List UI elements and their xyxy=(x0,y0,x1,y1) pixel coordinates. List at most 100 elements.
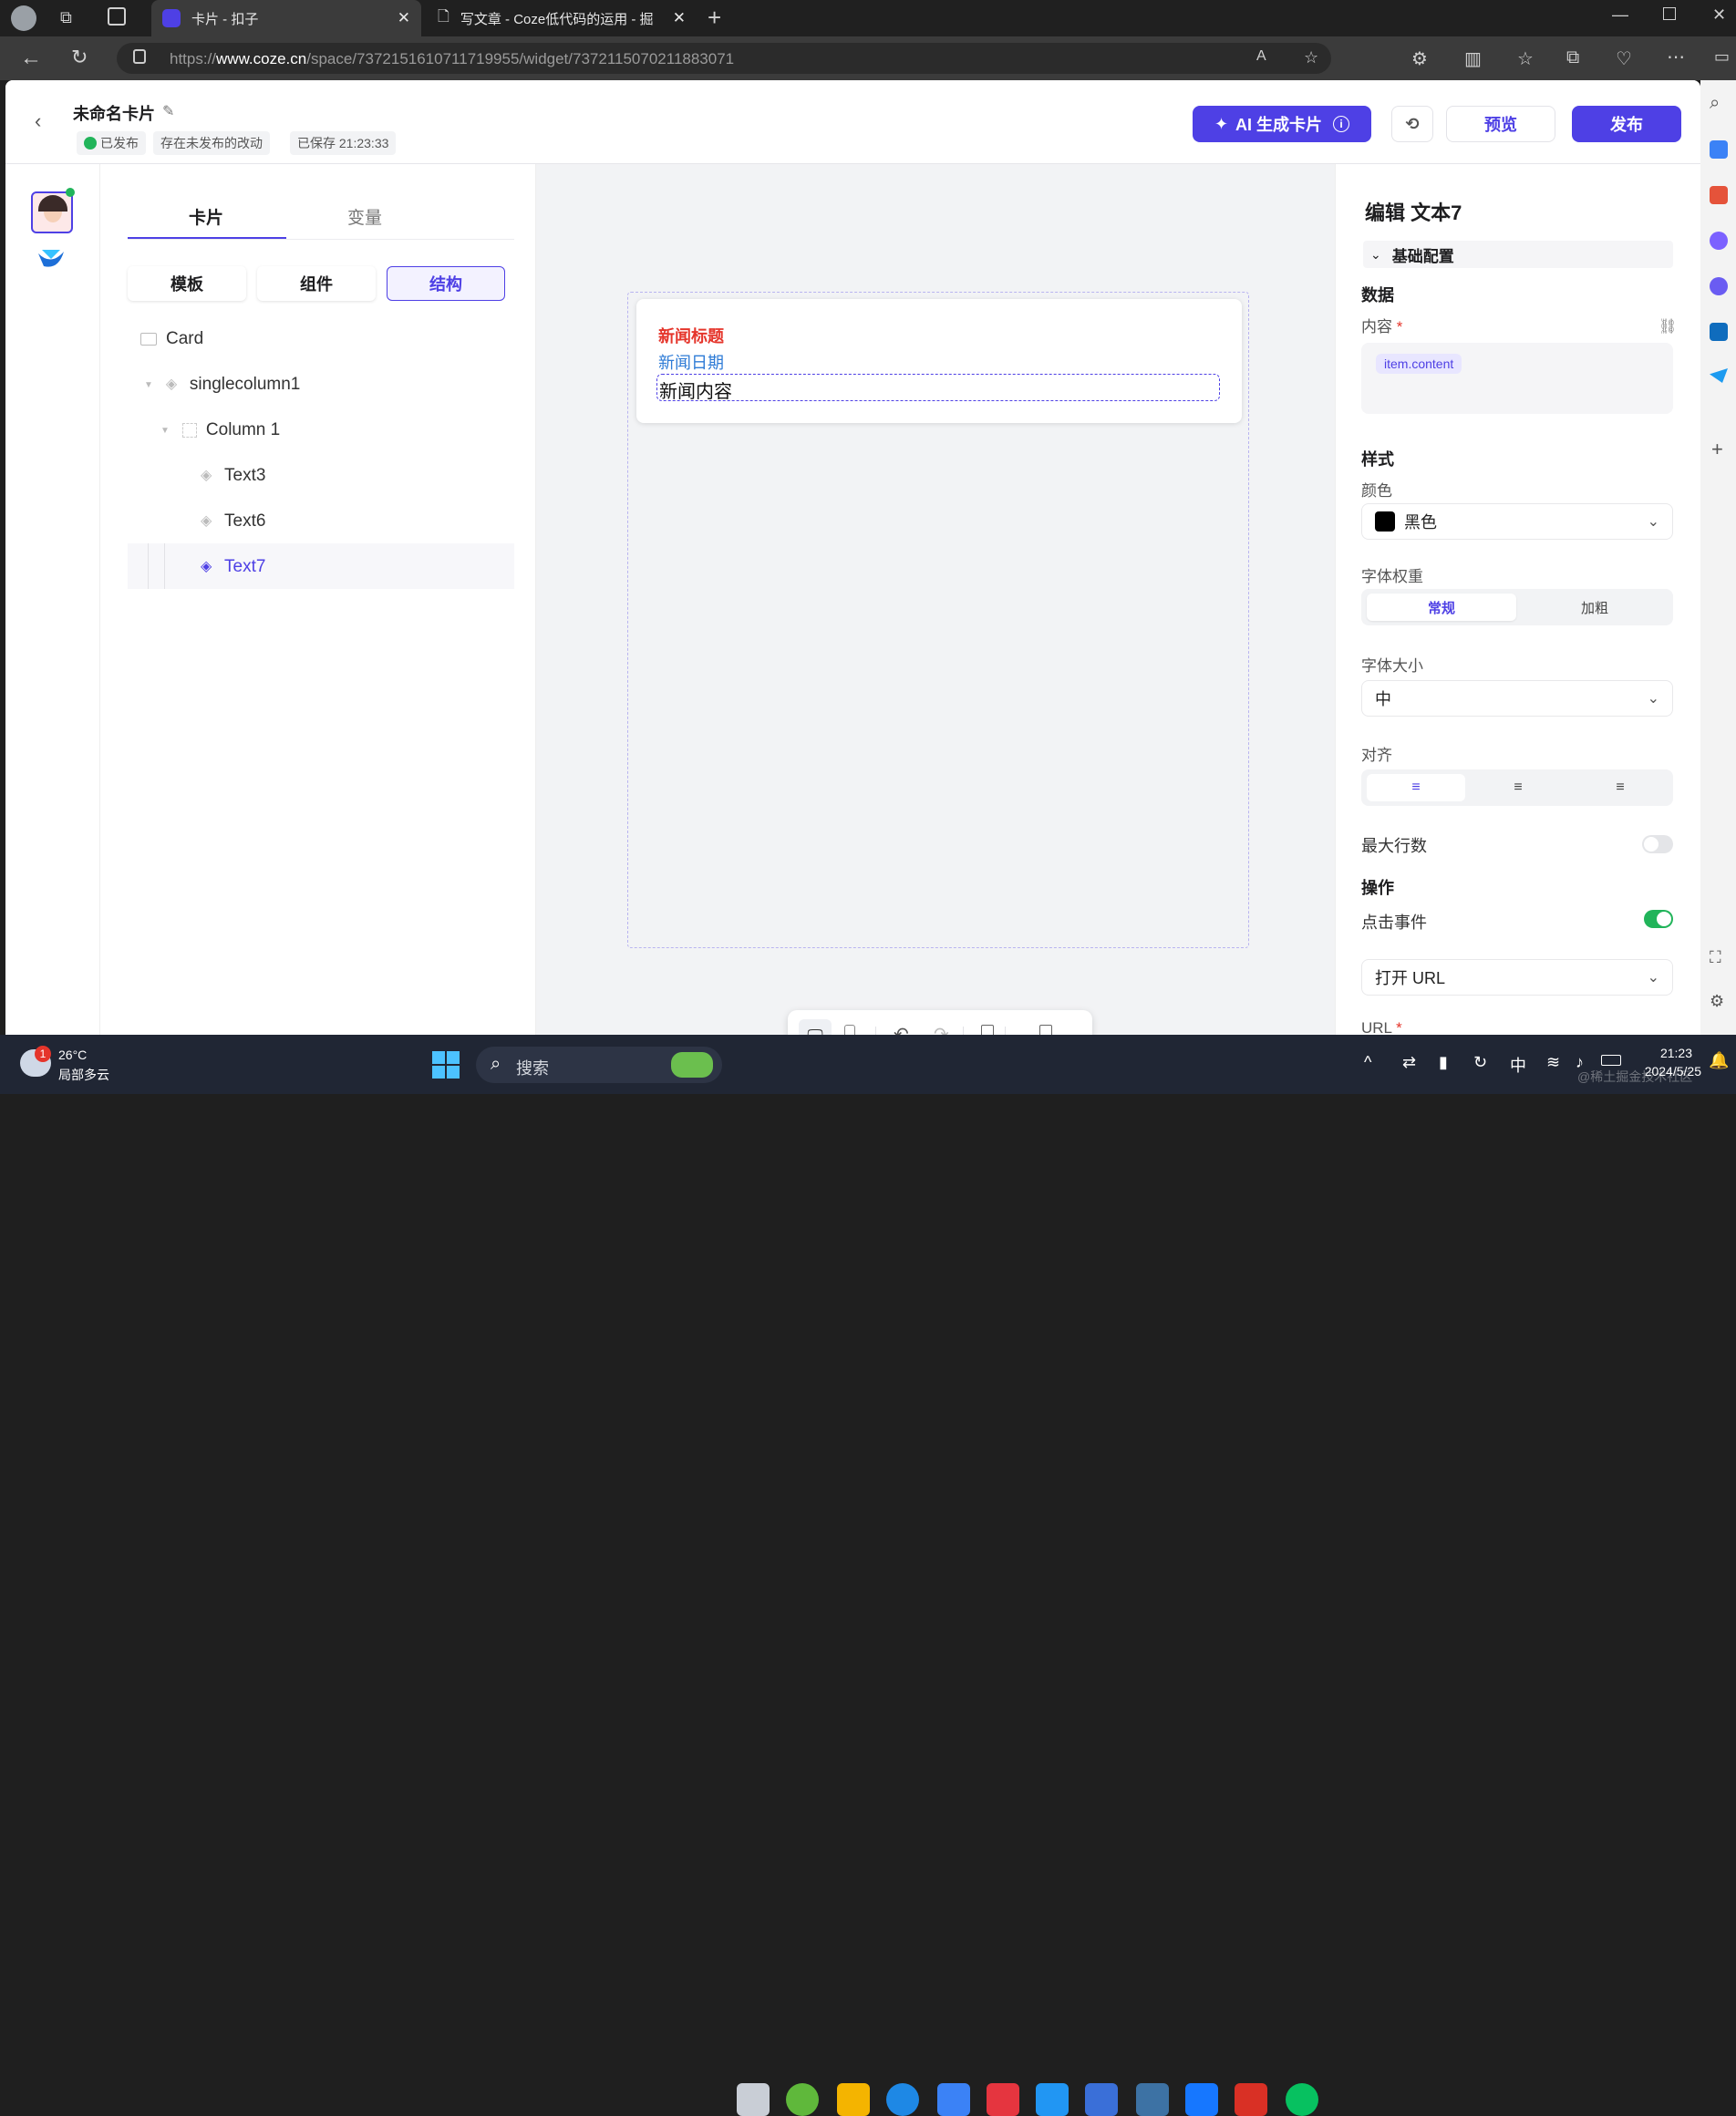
clock-time[interactable]: 21:23 xyxy=(1632,1046,1692,1060)
vertical-tabs-icon[interactable] xyxy=(108,7,126,26)
wechat-icon[interactable] xyxy=(1286,2083,1318,2116)
tools-icon[interactable] xyxy=(1710,186,1728,204)
weather-temp[interactable]: 26°C xyxy=(58,1048,87,1062)
tree-item-card[interactable]: Card xyxy=(140,321,203,357)
click-event-toggle[interactable] xyxy=(1644,910,1673,928)
publish-button[interactable]: 发布 xyxy=(1572,106,1681,142)
profile-avatar-icon[interactable] xyxy=(11,5,36,31)
close-window-icon[interactable]: ✕ xyxy=(1712,5,1726,25)
tab-kapian[interactable]: 卡片 - 扣子 ✕ xyxy=(151,0,421,36)
screenshot-icon[interactable]: ⛶ xyxy=(1710,948,1721,967)
variable-tag[interactable]: item.content xyxy=(1376,354,1462,374)
json-view-icon[interactable] xyxy=(981,1025,994,1035)
action-select[interactable]: 打开 URL ⌄ xyxy=(1361,959,1673,996)
info-icon[interactable]: i xyxy=(1333,116,1350,132)
close-tab-icon[interactable]: ✕ xyxy=(673,9,686,27)
more-menu-icon[interactable]: ⋯ xyxy=(1667,46,1685,68)
split-screen-icon[interactable]: ▥ xyxy=(1464,47,1482,70)
show-hidden-icons[interactable]: ^ xyxy=(1364,1053,1371,1072)
segment-templates[interactable]: 模板 xyxy=(128,266,246,301)
favorites-icon[interactable]: ☆ xyxy=(1517,47,1534,70)
notification-bell-icon[interactable]: 🔔 xyxy=(1709,1051,1729,1070)
favorite-star-icon[interactable]: ☆ xyxy=(1304,48,1318,67)
close-tab-icon[interactable]: ✕ xyxy=(398,9,410,27)
weather-desc[interactable]: 局部多云 xyxy=(58,1066,109,1084)
tree-item-text3[interactable]: ◈ Text3 xyxy=(201,458,265,494)
desktop-view-icon[interactable]: 🖵 xyxy=(799,1019,832,1035)
windows-start-icon[interactable] xyxy=(432,1051,460,1079)
send-icon[interactable] xyxy=(1710,368,1728,383)
segment-structure[interactable]: 结构 xyxy=(387,266,505,301)
lock-icon[interactable] xyxy=(133,49,146,64)
sidebar-toggle-icon[interactable]: ▭ xyxy=(1714,47,1730,67)
segment-components[interactable]: 组件 xyxy=(257,266,376,301)
card-news-title[interactable]: 新闻标题 xyxy=(658,324,724,347)
restore-icon[interactable] xyxy=(1663,7,1676,20)
markdown-app-icon[interactable] xyxy=(1085,2083,1118,2116)
news-card[interactable]: 新闻标题 新闻日期 新闻内容 xyxy=(636,299,1242,423)
shopping-icon[interactable] xyxy=(1710,140,1728,159)
search-icon[interactable]: ⌕ xyxy=(1710,93,1720,114)
sync-icon[interactable]: ↻ xyxy=(1473,1053,1487,1072)
weight-regular-option[interactable]: 常规 xyxy=(1367,594,1516,621)
weight-bold-option[interactable]: 加粗 xyxy=(1520,594,1669,621)
align-right-icon[interactable]: ≡ xyxy=(1571,774,1669,801)
ime-indicator[interactable]: 中 xyxy=(1510,1053,1526,1077)
preview-button[interactable]: 预览 xyxy=(1446,106,1555,142)
huawei-app-icon[interactable] xyxy=(987,2083,1019,2116)
content-input[interactable]: item.content xyxy=(1361,343,1673,414)
taskbar-search[interactable]: ⌕ 搜索 xyxy=(476,1047,722,1083)
collections-icon[interactable]: ⧉ xyxy=(1566,47,1579,68)
basic-config-section[interactable]: ⌄ 基础配置 xyxy=(1363,241,1673,268)
battery-icon[interactable] xyxy=(1601,1055,1621,1066)
new-tab-icon[interactable]: + xyxy=(708,4,721,32)
store-icon[interactable] xyxy=(937,2083,970,2116)
tree-item-column1[interactable]: ▼ Column 1 xyxy=(160,412,280,449)
edge-browser-icon[interactable] xyxy=(886,2083,919,2116)
url-field[interactable]: https://www.coze.cn/space/73721516107117… xyxy=(117,43,1331,74)
tab-juejin[interactable]: 🗋 写文章 - Coze低代码的运用 - 掘 ✕ xyxy=(427,0,697,36)
minimize-icon[interactable]: — xyxy=(1612,5,1628,25)
coze-logo-icon[interactable] xyxy=(36,246,66,272)
add-app-icon[interactable]: + xyxy=(1711,438,1723,461)
edit-title-icon[interactable]: ✎ xyxy=(162,102,174,120)
card-news-content[interactable]: 新闻内容 xyxy=(656,374,1220,402)
task-view-icon[interactable] xyxy=(737,2083,770,2116)
undo-icon[interactable]: ↶ xyxy=(894,1023,909,1035)
python-icon[interactable] xyxy=(1136,2083,1169,2116)
size-select[interactable]: 中 ⌄ xyxy=(1361,680,1673,717)
tree-item-text7[interactable]: ◈ Text7 xyxy=(201,549,265,585)
align-center-icon[interactable]: ≡ xyxy=(1469,774,1567,801)
back-chevron-icon[interactable]: ‹ xyxy=(35,109,41,133)
collapse-caret-icon[interactable]: ▼ xyxy=(160,426,170,436)
games-icon[interactable] xyxy=(1710,232,1728,250)
align-left-icon[interactable]: ≡ xyxy=(1367,774,1465,801)
history-button[interactable]: ⟲ xyxy=(1391,106,1433,142)
mobile-view-icon[interactable] xyxy=(844,1025,855,1035)
settings-gear-icon[interactable]: ⚙ xyxy=(1710,992,1724,1011)
tab-card[interactable]: 卡片 xyxy=(128,204,284,229)
read-aloud-icon[interactable]: A xyxy=(1256,48,1266,65)
extensions-icon[interactable]: ⚙ xyxy=(1411,47,1428,70)
wps-icon[interactable] xyxy=(1235,2083,1267,2116)
tray-app-icon[interactable]: ⇄ xyxy=(1402,1053,1416,1072)
feishu-icon[interactable] xyxy=(1185,2083,1218,2116)
tray-chart-icon[interactable]: ▮ xyxy=(1439,1053,1448,1072)
tree-item-singlecolumn1[interactable]: ▼ ◈ singlecolumn1 xyxy=(144,366,300,403)
export-icon[interactable] xyxy=(1039,1025,1052,1035)
bot-avatar[interactable] xyxy=(31,191,73,233)
link-icon[interactable]: ⛓ xyxy=(1658,317,1677,335)
redo-icon[interactable]: ↷ xyxy=(934,1023,949,1035)
ai-generate-card-button[interactable]: ✦ AI 生成卡片 i xyxy=(1193,106,1371,142)
copilot-icon[interactable] xyxy=(1710,277,1728,295)
collapse-caret-icon[interactable]: ▼ xyxy=(144,380,153,390)
card-news-date[interactable]: 新闻日期 xyxy=(658,350,724,374)
max-lines-toggle[interactable] xyxy=(1642,835,1673,853)
back-icon[interactable]: ← xyxy=(20,46,42,71)
refresh-icon[interactable]: ↻ xyxy=(71,46,88,69)
color-select[interactable]: 黑色 ⌄ xyxy=(1361,503,1673,540)
workspaces-icon[interactable]: ⧉ xyxy=(60,8,72,27)
wifi-icon[interactable]: ≋ xyxy=(1546,1053,1560,1072)
tab-variables[interactable]: 变量 xyxy=(286,204,443,229)
app-green-icon[interactable] xyxy=(786,2083,819,2116)
